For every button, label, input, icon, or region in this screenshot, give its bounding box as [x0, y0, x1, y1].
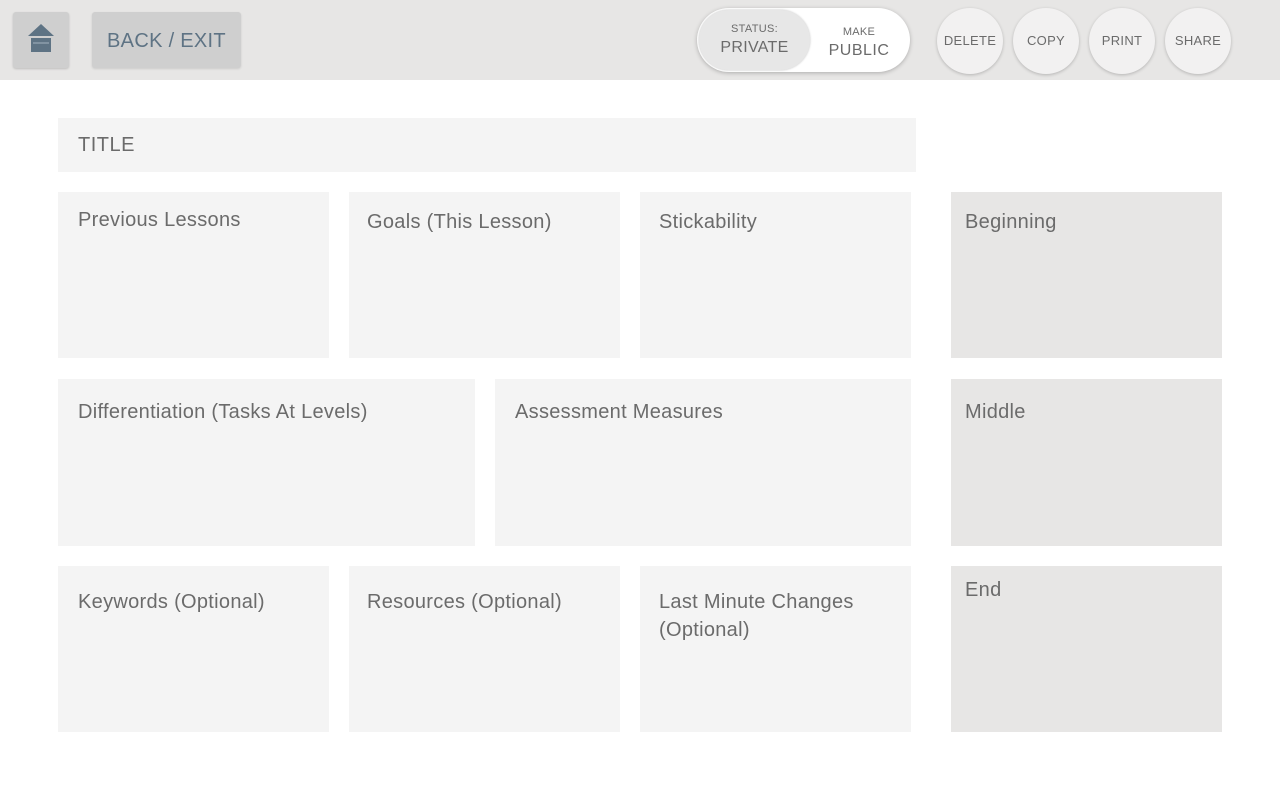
middle-label: Middle [965, 401, 1026, 423]
previous-lessons-label: Previous Lessons [78, 209, 241, 231]
middle-card[interactable]: Middle [951, 379, 1222, 546]
goals-label: Goals (This Lesson) [367, 211, 552, 233]
status-caption: STATUS: [731, 23, 778, 35]
last-minute-changes-card[interactable]: Last Minute Changes (Optional) [640, 566, 911, 732]
stickability-card[interactable]: Stickability [640, 192, 911, 358]
assessment-card[interactable]: Assessment Measures [495, 379, 911, 546]
delete-button[interactable]: DELETE [937, 8, 1003, 74]
last-minute-changes-label: Last Minute Changes (Optional) [659, 588, 854, 644]
keywords-card[interactable]: Keywords (Optional) [58, 566, 329, 732]
status-value: PRIVATE [720, 39, 789, 56]
top-toolbar: BACK / EXIT STATUS: PRIVATE MAKE PUBLIC … [0, 0, 1280, 80]
last-minute-line-1: Last Minute Changes [659, 591, 854, 613]
assessment-label: Assessment Measures [515, 401, 723, 423]
stickability-label: Stickability [659, 211, 758, 233]
resources-label: Resources (Optional) [367, 591, 562, 613]
status-current[interactable]: STATUS: PRIVATE [699, 10, 810, 70]
differentiation-label: Differentiation (Tasks At Levels) [78, 401, 368, 423]
end-card[interactable]: End [951, 566, 1222, 732]
make-caption: MAKE [842, 26, 876, 38]
title-input[interactable]: TITLE [58, 118, 916, 172]
resources-card[interactable]: Resources (Optional) [349, 566, 620, 732]
share-button[interactable]: SHARE [1165, 8, 1231, 74]
end-label: End [965, 579, 1002, 601]
differentiation-card[interactable]: Differentiation (Tasks At Levels) [58, 379, 475, 546]
home-button[interactable] [13, 12, 69, 68]
status-toggle: STATUS: PRIVATE MAKE PUBLIC [697, 8, 910, 72]
previous-lessons-card[interactable]: Previous Lessons [58, 192, 329, 358]
keywords-label: Keywords (Optional) [78, 591, 265, 613]
home-icon [28, 24, 54, 52]
back-exit-button[interactable]: BACK / EXIT [92, 12, 241, 68]
print-button[interactable]: PRINT [1089, 8, 1155, 74]
make-public-button[interactable]: MAKE PUBLIC [810, 10, 908, 70]
copy-button[interactable]: COPY [1013, 8, 1079, 74]
goals-card[interactable]: Goals (This Lesson) [349, 192, 620, 358]
make-value: PUBLIC [828, 42, 890, 59]
beginning-card[interactable]: Beginning [951, 192, 1222, 358]
beginning-label: Beginning [965, 211, 1057, 233]
last-minute-line-2: (Optional) [659, 619, 750, 641]
